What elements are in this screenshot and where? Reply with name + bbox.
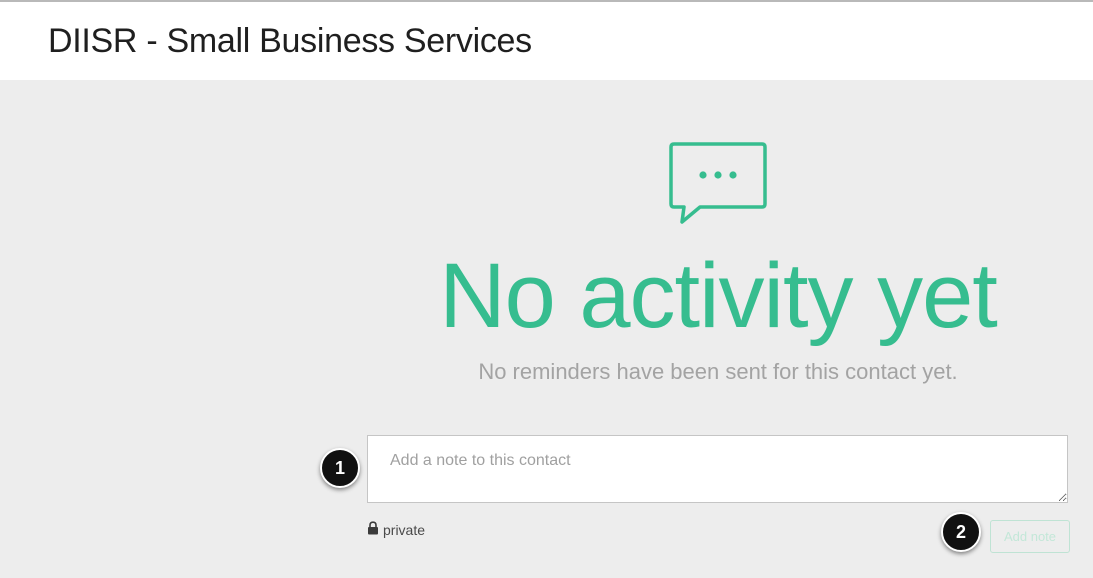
note-input[interactable] xyxy=(367,435,1068,503)
empty-state-heading: No activity yet xyxy=(439,245,998,347)
privacy-indicator: private xyxy=(367,521,426,538)
step-marker-1: 1 xyxy=(320,448,360,488)
add-note-button[interactable]: Add note xyxy=(990,520,1070,553)
empty-state-subtitle: No reminders have been sent for this con… xyxy=(478,359,958,384)
lock-icon xyxy=(368,521,378,535)
chat-bubble-icon xyxy=(669,142,767,224)
step-marker-2: 2 xyxy=(941,512,981,552)
page-header: DIISR - Small Business Services xyxy=(0,2,1093,80)
page-title: DIISR - Small Business Services xyxy=(48,22,532,60)
privacy-label: private xyxy=(383,522,426,538)
